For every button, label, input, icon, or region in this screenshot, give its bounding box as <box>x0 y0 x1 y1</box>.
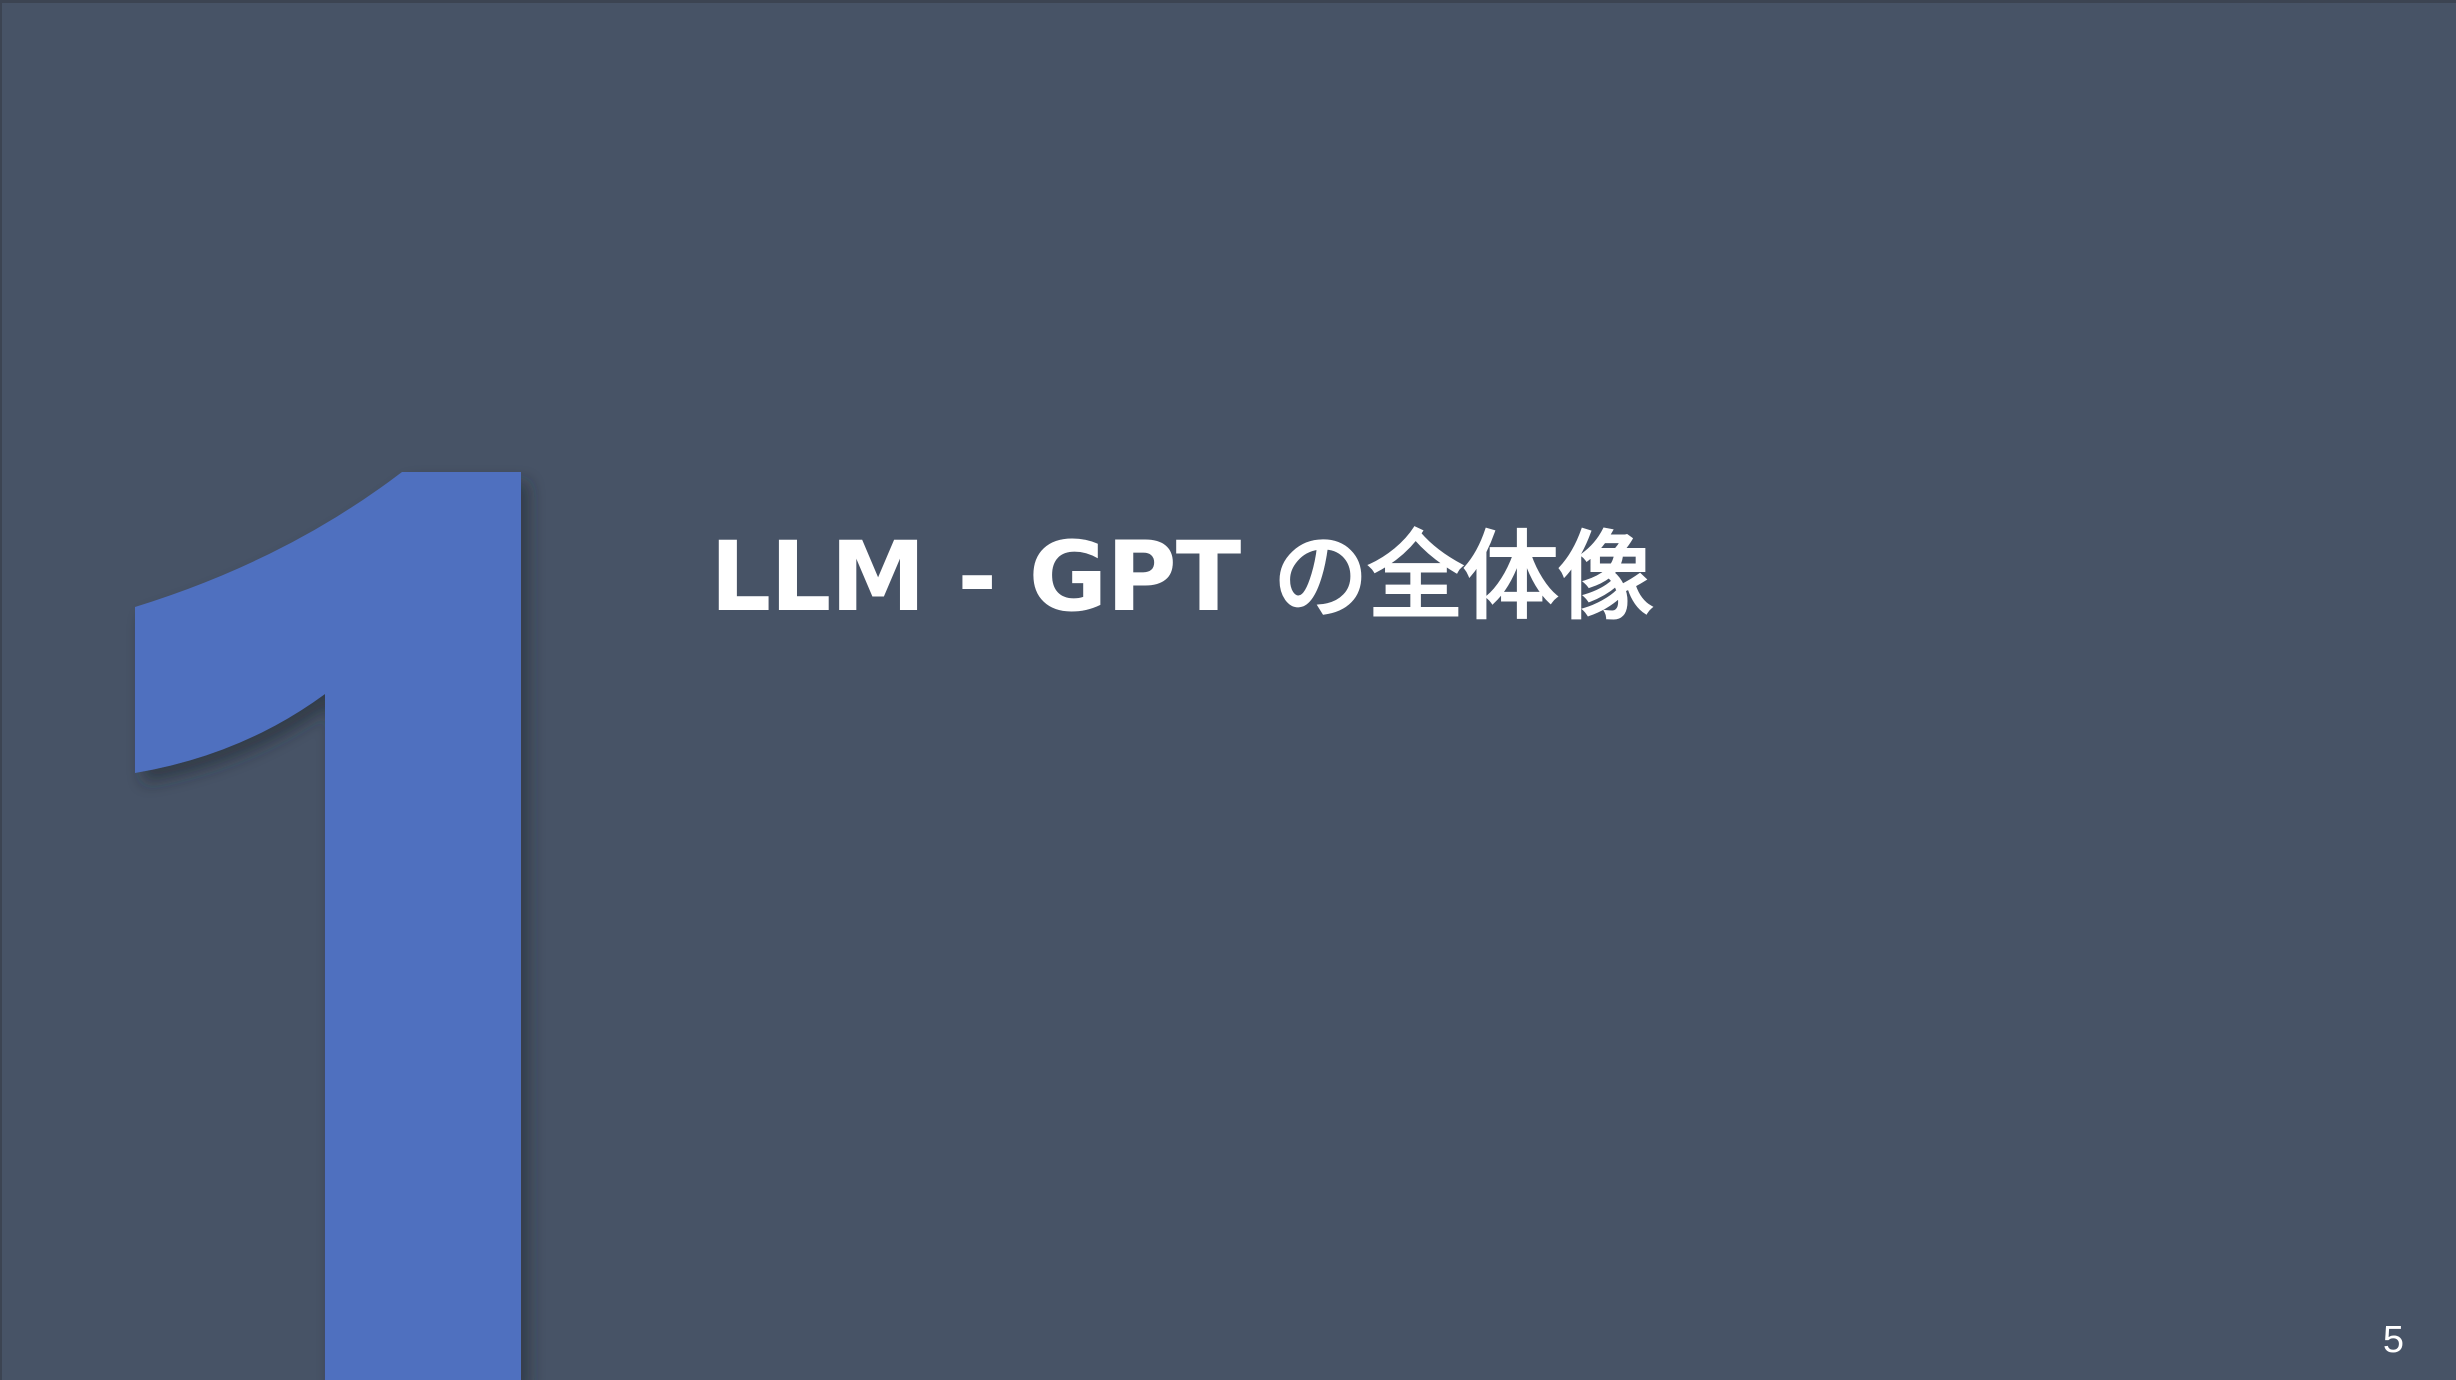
numeral-shape <box>135 472 521 1380</box>
page-number: 5 <box>2382 1319 2404 1361</box>
slide-title: LLM - GPT の全体像 <box>710 521 1654 633</box>
slide: LLM - GPT の全体像 5 <box>0 0 2456 1380</box>
section-numeral-one <box>135 472 521 1380</box>
